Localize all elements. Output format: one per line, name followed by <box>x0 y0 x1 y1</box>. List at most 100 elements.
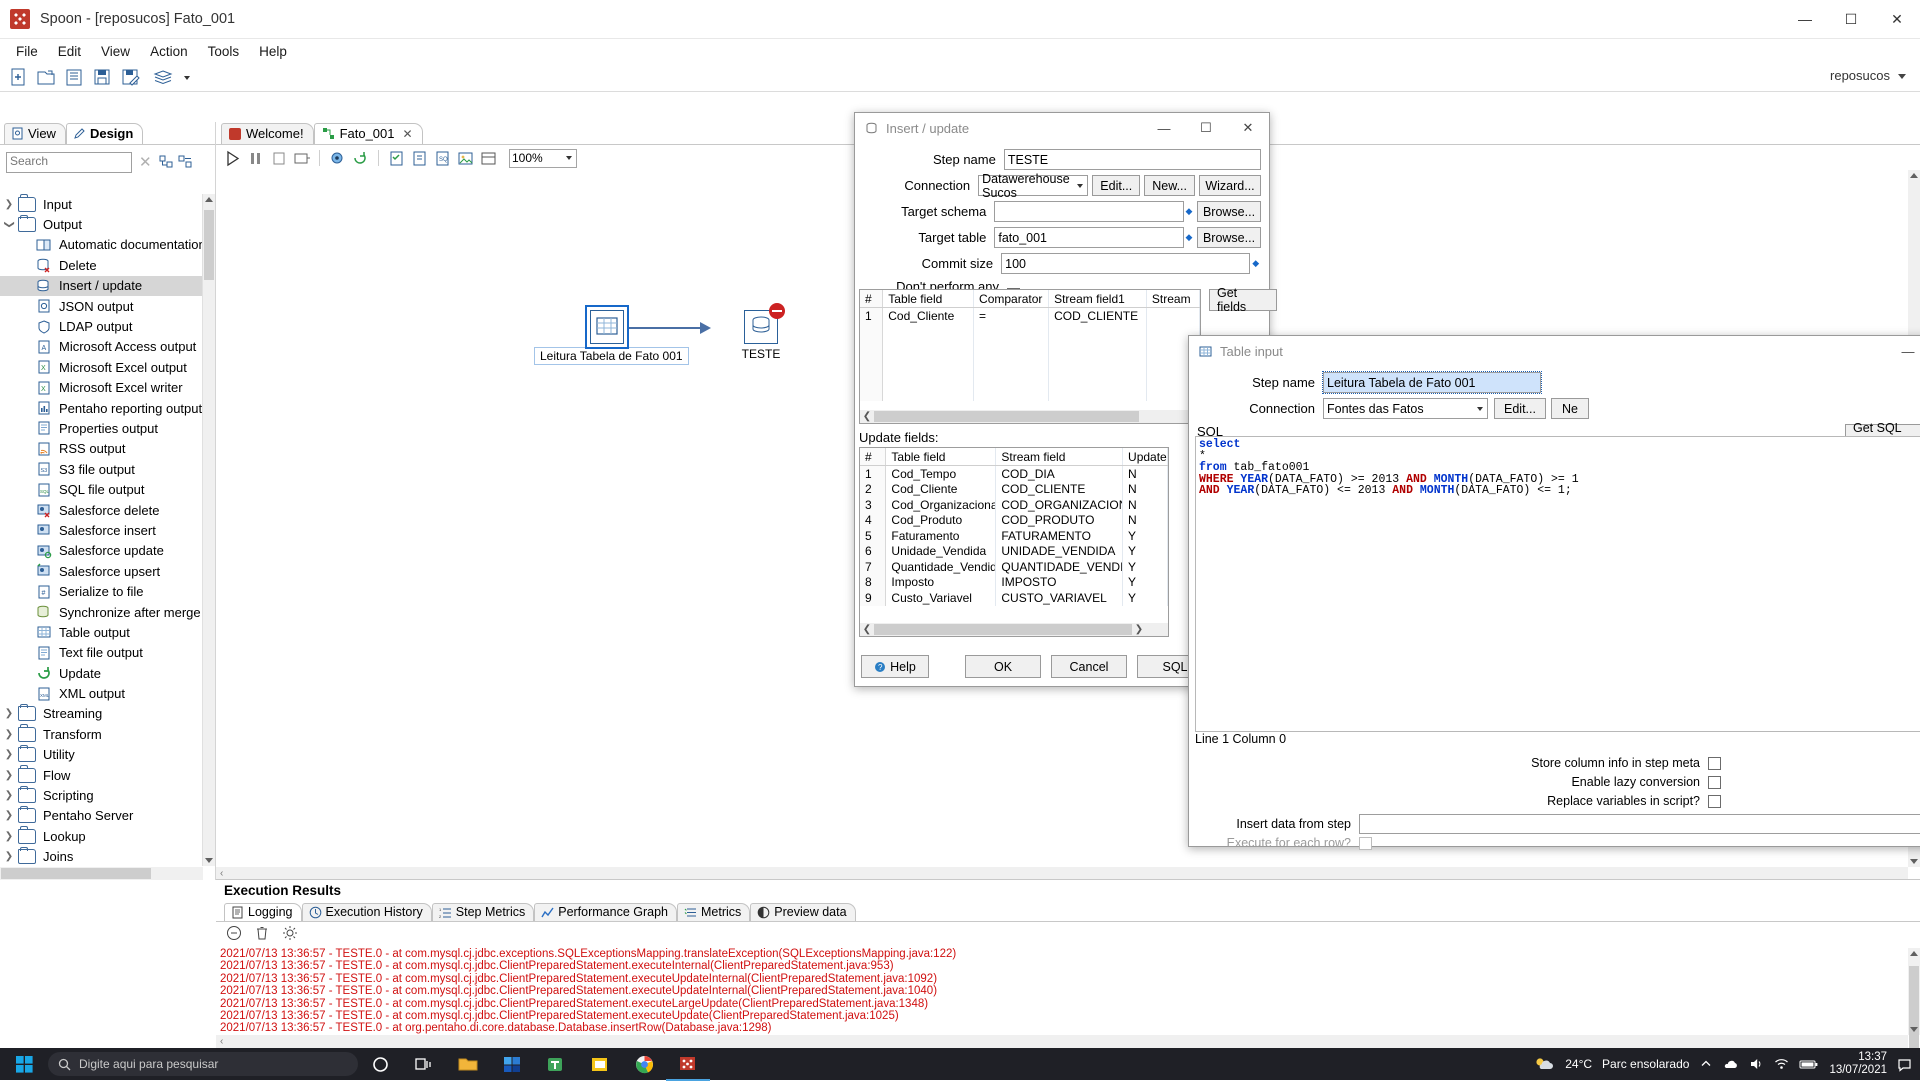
tree-scroll-thumb[interactable] <box>204 210 214 280</box>
tree-item-streaming[interactable]: ❯Streaming <box>0 704 203 724</box>
stop-icon[interactable] <box>268 148 289 169</box>
exec-tab-preview-data[interactable]: Preview data <box>750 903 855 921</box>
tree-item-microsoft-excel-output[interactable]: XMicrosoft Excel output <box>0 357 203 377</box>
spoon-taskbar-icon[interactable] <box>578 1048 622 1080</box>
update-fields-hscrollbar[interactable]: ❮ ❯ <box>860 623 1168 636</box>
tree-item-utility[interactable]: ❯Utility <box>0 745 203 765</box>
grid-scroll-right-icon[interactable]: ❯ <box>1132 624 1146 635</box>
search-input[interactable]: Search <box>6 152 132 173</box>
target-schema-variable-icon[interactable]: ◆ <box>1184 203 1194 220</box>
tree-item-synchronize-after-merge[interactable]: Synchronize after merge <box>0 602 203 622</box>
tree-item-s3-file-output[interactable]: S3S3 file output <box>0 459 203 479</box>
tree-item-joins[interactable]: ❯Joins <box>0 847 203 867</box>
ti-new-connection-button[interactable]: Ne <box>1551 398 1589 419</box>
target-table-input[interactable]: fato_001 <box>994 227 1184 248</box>
chevron-down-icon[interactable]: ❯ <box>4 216 15 234</box>
tree-item-automatic-documentation-output[interactable]: Automatic documentation output <box>0 235 203 255</box>
taskbar-search-input[interactable]: Digite aqui para pesquisar <box>48 1052 358 1076</box>
log-output[interactable]: 2021/07/13 13:36:57 - TESTE.0 - at com.m… <box>216 948 1908 1035</box>
log-scroll-down-icon[interactable] <box>1910 1027 1918 1032</box>
step-icon-table-input[interactable] <box>590 310 624 344</box>
chevron-right-icon[interactable]: ❯ <box>0 729 18 740</box>
impact-icon[interactable] <box>409 148 430 169</box>
grid-scroll-left-icon[interactable]: ❮ <box>860 624 874 635</box>
option-checkbox[interactable] <box>1708 795 1721 808</box>
update-field-row[interactable]: 3Cod_OrganizacionalCOD_ORGANIZACIONALN <box>860 497 1168 513</box>
tree-item-salesforce-delete[interactable]: Salesforce delete <box>0 500 203 520</box>
tab-design[interactable]: Design <box>66 123 143 144</box>
cancel-button[interactable]: Cancel <box>1051 655 1127 678</box>
tray-up-icon[interactable] <box>1699 1057 1713 1071</box>
collapse-log-icon[interactable] <box>226 925 242 941</box>
tab-view[interactable]: View <box>4 123 66 144</box>
chevron-right-icon[interactable]: ❯ <box>0 851 18 862</box>
tree-item-serialize-to-file[interactable]: #Serialize to file <box>0 581 203 601</box>
clear-search-icon[interactable]: ✕ <box>136 153 155 171</box>
replay-icon[interactable] <box>350 148 371 169</box>
tree-item-scripting[interactable]: ❯Scripting <box>0 785 203 805</box>
tree-item-input[interactable]: ❯Input <box>0 194 203 214</box>
tree-item-table-output[interactable]: Table output <box>0 622 203 642</box>
preview-icon[interactable] <box>291 148 312 169</box>
help-button[interactable]: ? Help <box>861 655 929 678</box>
tree-item-pentaho-server[interactable]: ❯Pentaho Server <box>0 806 203 826</box>
tree-item-microsoft-excel-writer[interactable]: XMicrosoft Excel writer <box>0 378 203 398</box>
tree-item-transform[interactable]: ❯Transform <box>0 724 203 744</box>
log-scroll-thumb[interactable] <box>1909 966 1919 1056</box>
table-input-dialog[interactable]: Table input — Step name Leitura Tabela d… <box>1188 335 1920 847</box>
step-leitura-tabela-de-fato-001[interactable]: Leitura Tabela de Fato 001 <box>534 310 679 365</box>
lookup-key-row[interactable]: 1Cod_Cliente=COD_CLIENTE <box>860 308 1200 324</box>
chevron-right-icon[interactable]: ❯ <box>0 708 18 719</box>
table-input-titlebar[interactable]: Table input — <box>1189 336 1920 366</box>
update-field-row[interactable]: 6Unidade_VendidaUNIDADE_VENDIDAY <box>860 544 1168 560</box>
exec-tab-metrics[interactable]: Metrics <box>677 903 750 921</box>
tree-item-salesforce-insert[interactable]: Salesforce insert <box>0 520 203 540</box>
tree-item-output[interactable]: ❯Output <box>0 214 203 234</box>
ok-button[interactable]: OK <box>965 655 1041 678</box>
new-file-icon[interactable] <box>7 66 29 88</box>
tab-welcome[interactable]: Welcome! <box>221 123 314 144</box>
step-icon-insert-update[interactable] <box>744 310 778 344</box>
scroll-down-icon[interactable] <box>205 858 213 863</box>
taskbar-clock[interactable]: 13:37 13/07/2021 <box>1829 1051 1887 1077</box>
log-vertical-scrollbar[interactable] <box>1908 948 1920 1035</box>
tree-item-salesforce-update[interactable]: Salesforce update <box>0 541 203 561</box>
log-scroll-up-icon[interactable] <box>1910 951 1918 956</box>
chevron-right-icon[interactable]: ❯ <box>0 831 18 842</box>
menu-item-file[interactable]: File <box>6 41 48 62</box>
tab-close-icon[interactable]: ✕ <box>403 127 413 141</box>
pentaho-taskbar-icon[interactable] <box>666 1047 710 1081</box>
tree-horizontal-scrollbar[interactable] <box>0 867 203 880</box>
chevron-right-icon[interactable]: ❯ <box>0 790 18 801</box>
update-field-row[interactable]: 9Custo_VariavelCUSTO_VARIAVELY <box>860 590 1168 606</box>
lookup-keys-hscrollbar[interactable]: ❮ <box>860 410 1200 423</box>
notification-icon[interactable] <box>1897 1057 1912 1072</box>
iu-close-button[interactable]: ✕ <box>1227 113 1269 143</box>
verify-icon[interactable] <box>386 148 407 169</box>
log-settings-icon[interactable] <box>282 925 298 941</box>
canvas-scroll-down-icon[interactable] <box>1910 859 1918 864</box>
collapse-all-icon[interactable] <box>178 155 193 169</box>
tree-item-properties-output[interactable]: Properties output <box>0 418 203 438</box>
log-horizontal-scrollbar[interactable]: ‹ <box>216 1035 1908 1048</box>
commit-size-input[interactable]: 100 <box>1001 253 1250 274</box>
lookup-key-empty-row[interactable] <box>860 339 1200 355</box>
option-checkbox[interactable] <box>1708 776 1721 789</box>
connection-select[interactable]: Datawerehouse Sucos <box>978 175 1088 196</box>
lookup-key-empty-row[interactable] <box>860 370 1200 386</box>
update-field-row[interactable]: 4Cod_ProdutoCOD_PRODUTON <box>860 513 1168 529</box>
repository-dropdown-icon[interactable] <box>1898 74 1906 79</box>
tree-item-xml-output[interactable]: XMLXML output <box>0 683 203 703</box>
insert-from-step-select[interactable] <box>1359 814 1920 834</box>
network-icon[interactable] <box>1774 1057 1789 1071</box>
task-view-icon[interactable] <box>402 1048 446 1080</box>
tree-item-ldap-output[interactable]: LDAP output <box>0 316 203 336</box>
chevron-right-icon[interactable]: ❯ <box>0 770 18 781</box>
clear-log-icon[interactable] <box>254 925 270 941</box>
perspective-icon[interactable] <box>152 66 174 88</box>
sql-icon[interactable]: SQ <box>432 148 453 169</box>
tree-vertical-scrollbar[interactable] <box>202 194 215 866</box>
tree-item-flow[interactable]: ❯Flow <box>0 765 203 785</box>
store-icon[interactable] <box>490 1048 534 1080</box>
update-field-row[interactable]: 5FaturamentoFATURAMENTOY <box>860 528 1168 544</box>
